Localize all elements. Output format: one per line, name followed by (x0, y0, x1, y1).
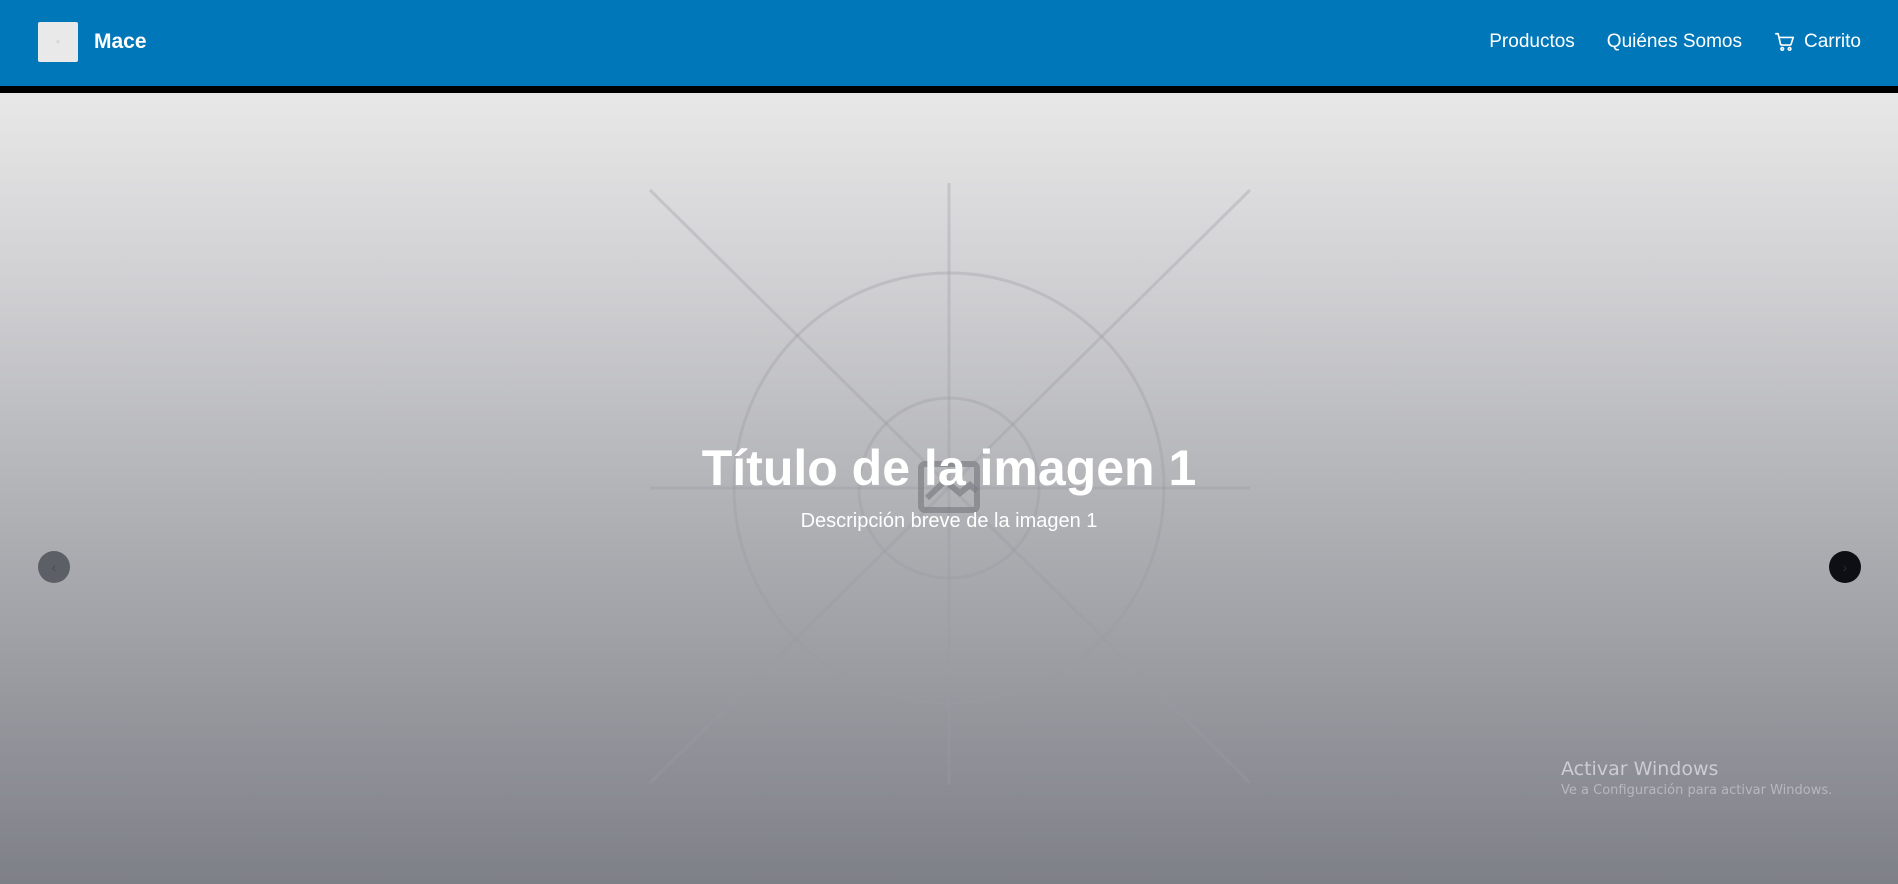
carousel-slide-title: Título de la imagen 1 (701, 440, 1197, 496)
nav-link-about-label: Quiénes Somos (1606, 31, 1742, 52)
cart-icon (1774, 31, 1796, 53)
nav-link-cart-label: Carrito (1803, 31, 1861, 52)
nav-link-products[interactable]: Productos (1489, 28, 1575, 56)
watermark-subtitle: Ve a Configuración para activar Windows. (1561, 783, 1833, 798)
nav-link-products-label: Productos (1489, 31, 1575, 52)
watermark-title: Activar Windows (1561, 758, 1719, 780)
windows-activation-watermark: Activar Windows Ve a Configuración para … (1561, 756, 1891, 800)
logo-image[interactable]: ▫ (38, 22, 78, 62)
nav-link-cart[interactable]: Carrito (1774, 28, 1861, 56)
carousel-prev-button[interactable]: ‹ (38, 551, 70, 583)
chevron-right-icon: › (1842, 559, 1848, 575)
carousel-slide-description: Descripción breve de la imagen 1 (800, 510, 1098, 532)
brand-name[interactable]: Mace (94, 28, 147, 56)
chevron-left-icon: ‹ (51, 559, 57, 575)
broken-image-icon: ▫ (56, 36, 60, 48)
nav-links: Productos Quiénes Somos Carrito (1489, 28, 1861, 56)
navbar: ▫ Mace Productos Quiénes Somos Carrito (0, 0, 1898, 86)
nav-link-about[interactable]: Quiénes Somos (1607, 28, 1742, 56)
page: ▫ Mace Productos Quiénes Somos Carrito T… (0, 0, 1898, 884)
navbar-border (0, 86, 1898, 93)
carousel-next-button[interactable]: › (1829, 551, 1861, 583)
